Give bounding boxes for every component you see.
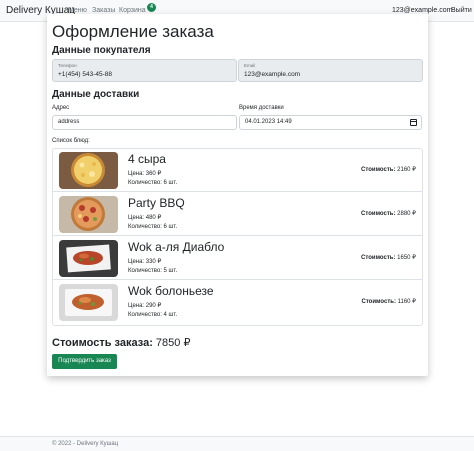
dish-cost-label: Стоимость: bbox=[361, 211, 396, 217]
dish-row: Wok болоньезе Цена: 290 ₽ Количество: 4 … bbox=[53, 281, 422, 324]
phone-label: Телефон bbox=[58, 63, 77, 68]
footer-copyright: © 2022 - Delivery Кушац bbox=[52, 441, 119, 447]
delivery-time-input[interactable]: 04.01.2023 14:49 bbox=[239, 115, 422, 130]
dish-image bbox=[59, 152, 118, 189]
dish-row: Party BBQ Цена: 480 ₽ Количество: 6 шт. … bbox=[53, 193, 422, 236]
email-field: Email 123@example.com bbox=[238, 59, 423, 82]
order-total-value: 7850 ₽ bbox=[155, 337, 191, 349]
address-input[interactable]: address bbox=[52, 115, 237, 130]
order-total-label: Стоимость заказа: bbox=[52, 337, 153, 349]
dish-name: 4 сыра bbox=[128, 152, 166, 166]
dishes-label: Список блюд: bbox=[52, 138, 90, 144]
dish-price: Цена: 360 ₽ bbox=[128, 171, 162, 177]
nav-link-orders[interactable]: Заказы bbox=[92, 7, 115, 14]
dish-cost-value: 1160 ₽ bbox=[397, 299, 416, 305]
checkout-card: Оформление заказа Данные покупателя Теле… bbox=[47, 14, 428, 376]
confirm-order-button[interactable]: Подтвердить заказ bbox=[52, 354, 117, 369]
dish-price: Цена: 480 ₽ bbox=[128, 215, 162, 221]
email-label: Email bbox=[244, 63, 256, 68]
dish-cost-label: Стоимость: bbox=[361, 299, 396, 305]
dish-quantity: Количество: 6 шт. bbox=[128, 180, 178, 186]
address-label: Адрес bbox=[52, 105, 70, 111]
delivery-time-value: 04.01.2023 14:49 bbox=[245, 119, 292, 125]
dish-cost: Стоимость: 2880 ₽ bbox=[361, 210, 416, 217]
dish-image bbox=[59, 240, 118, 277]
dish-cost-label: Стоимость: bbox=[361, 167, 396, 173]
dish-row: Wok а-ля Диабло Цена: 330 ₽ Количество: … bbox=[53, 237, 422, 280]
dish-name: Party BBQ bbox=[128, 196, 185, 210]
dish-price: Цена: 330 ₽ bbox=[128, 259, 162, 265]
calendar-icon[interactable] bbox=[410, 119, 417, 126]
email-value: 123@example.com bbox=[244, 71, 301, 78]
dish-quantity: Количество: 6 шт. bbox=[128, 224, 178, 230]
delivery-heading: Данные доставки bbox=[52, 89, 140, 100]
dish-quantity: Количество: 5 шт. bbox=[128, 268, 178, 274]
page-title: Оформление заказа bbox=[52, 22, 214, 41]
phone-value: +1(454) 543-45-88 bbox=[58, 71, 113, 78]
dish-row: 4 сыра Цена: 360 ₽ Количество: 6 шт. Сто… bbox=[53, 149, 422, 192]
user-email-link[interactable]: 123@example.com bbox=[392, 7, 452, 14]
nav-link-cart[interactable]: Корзина bbox=[119, 7, 146, 14]
dish-cost: Стоимость: 1160 ₽ bbox=[361, 298, 416, 305]
delivery-time-label: Время доставки bbox=[239, 105, 284, 111]
cart-count-badge: 4 bbox=[147, 3, 156, 12]
dish-cost-value: 1650 ₽ bbox=[397, 255, 416, 261]
dish-cost-value: 2880 ₽ bbox=[397, 211, 416, 217]
dish-image bbox=[59, 284, 118, 321]
dish-cost: Стоимость: 1650 ₽ bbox=[361, 254, 416, 261]
dish-cost: Стоимость: 2160 ₽ bbox=[361, 166, 416, 173]
dish-image bbox=[59, 196, 118, 233]
dish-list: 4 сыра Цена: 360 ₽ Количество: 6 шт. Сто… bbox=[52, 148, 423, 326]
dish-cost-label: Стоимость: bbox=[361, 255, 396, 261]
buyer-heading: Данные покупателя bbox=[52, 45, 151, 56]
phone-field: Телефон +1(454) 543-45-88 bbox=[52, 59, 237, 82]
dish-name: Wok болоньезе bbox=[128, 284, 214, 298]
footer: © 2022 - Delivery Кушац bbox=[0, 436, 474, 451]
dish-quantity: Количество: 4 шт. bbox=[128, 312, 178, 318]
dish-name: Wok а-ля Диабло bbox=[128, 240, 225, 254]
dish-cost-value: 2160 ₽ bbox=[397, 167, 416, 173]
order-total: Стоимость заказа: 7850 ₽ bbox=[52, 336, 190, 349]
dish-price: Цена: 290 ₽ bbox=[128, 303, 162, 309]
logout-link[interactable]: Выйти bbox=[451, 7, 472, 14]
nav-link-menu[interactable]: Меню bbox=[68, 7, 87, 14]
